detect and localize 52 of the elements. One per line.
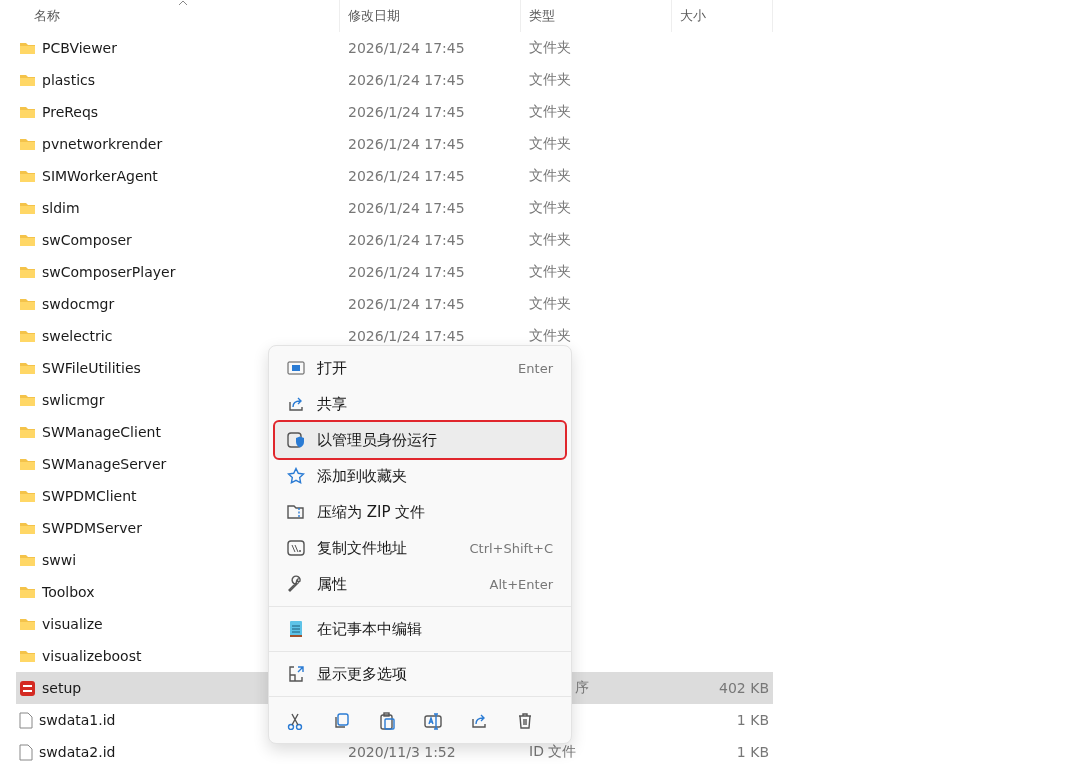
size-cell-text: 402 KB (718, 680, 770, 696)
date-cell-text: 2026/1/24 17:45 (347, 168, 466, 184)
file-name: visualize (42, 616, 103, 632)
type-cell-text: 文件夹 (528, 199, 572, 217)
file-name: PCBViewer (42, 40, 117, 56)
file-name: swwi (42, 552, 77, 568)
date-cell-text: 2026/1/24 17:45 (347, 264, 466, 280)
date-cell-text: 2020/11/3 1:52 (347, 744, 457, 760)
type-cell-text: 文件夹 (528, 71, 572, 89)
file-name: swComposer (42, 232, 132, 248)
file-name: swlicmgr (42, 392, 105, 408)
file-name: SIMWorkerAgent (42, 168, 158, 184)
date-cell-text: 2026/1/24 17:45 (347, 296, 466, 312)
shortcut-text: Ctrl+Shift+C (469, 540, 553, 556)
file-name: swdata2.id (39, 744, 116, 760)
type-cell-text: 序 (574, 679, 590, 697)
shortcut-text: Alt+Enter (489, 576, 553, 592)
date-cell-text: 2026/1/24 17:45 (347, 40, 466, 56)
type-cell-text: 文件夹 (528, 135, 572, 153)
date-cell-text: 2026/1/24 17:45 (347, 72, 466, 88)
type-cell-text: 文件夹 (528, 263, 572, 281)
file-name: swdocmgr (42, 296, 115, 312)
file-name: SWManageClient (42, 424, 161, 440)
file-name: swComposerPlayer (42, 264, 176, 280)
file-name: SWManageServer (42, 456, 167, 472)
file-name: pvnetworkrender (42, 136, 163, 152)
type-cell-text: 文件夹 (528, 39, 572, 57)
type-cell-text: ID 文件 (528, 743, 578, 761)
type-cell-text: 文件夹 (528, 327, 572, 345)
date-cell-text: 2026/1/24 17:45 (347, 136, 466, 152)
file-name: plastics (42, 72, 96, 88)
size-cell-text: 1 KB (735, 712, 770, 728)
file-name: SWPDMServer (42, 520, 142, 536)
file-name: swelectric (42, 328, 113, 344)
date-cell-text: 2026/1/24 17:45 (347, 328, 466, 344)
file-name: swdata1.id (39, 712, 116, 728)
date-cell-text: 2026/1/24 17:45 (347, 104, 466, 120)
type-cell-text: 文件夹 (528, 295, 572, 313)
file-name: setup (42, 680, 82, 696)
size-cell-text: 1 KB (735, 744, 770, 760)
file-name: PreReqs (42, 104, 99, 120)
type-cell-text: 文件夹 (528, 167, 572, 185)
file-name: sldim (42, 200, 80, 216)
date-cell-text: 2026/1/24 17:45 (347, 200, 466, 216)
file-name: SWFileUtilities (42, 360, 141, 376)
file-name: SWPDMClient (42, 488, 137, 504)
date-cell-text: 2026/1/24 17:45 (347, 232, 466, 248)
file-name: Toolbox (42, 584, 95, 600)
file-name: visualizeboost (42, 648, 142, 664)
type-cell-text: 文件夹 (528, 231, 572, 249)
shortcut-text: Enter (518, 360, 553, 376)
type-cell-text: 文件夹 (528, 103, 572, 121)
